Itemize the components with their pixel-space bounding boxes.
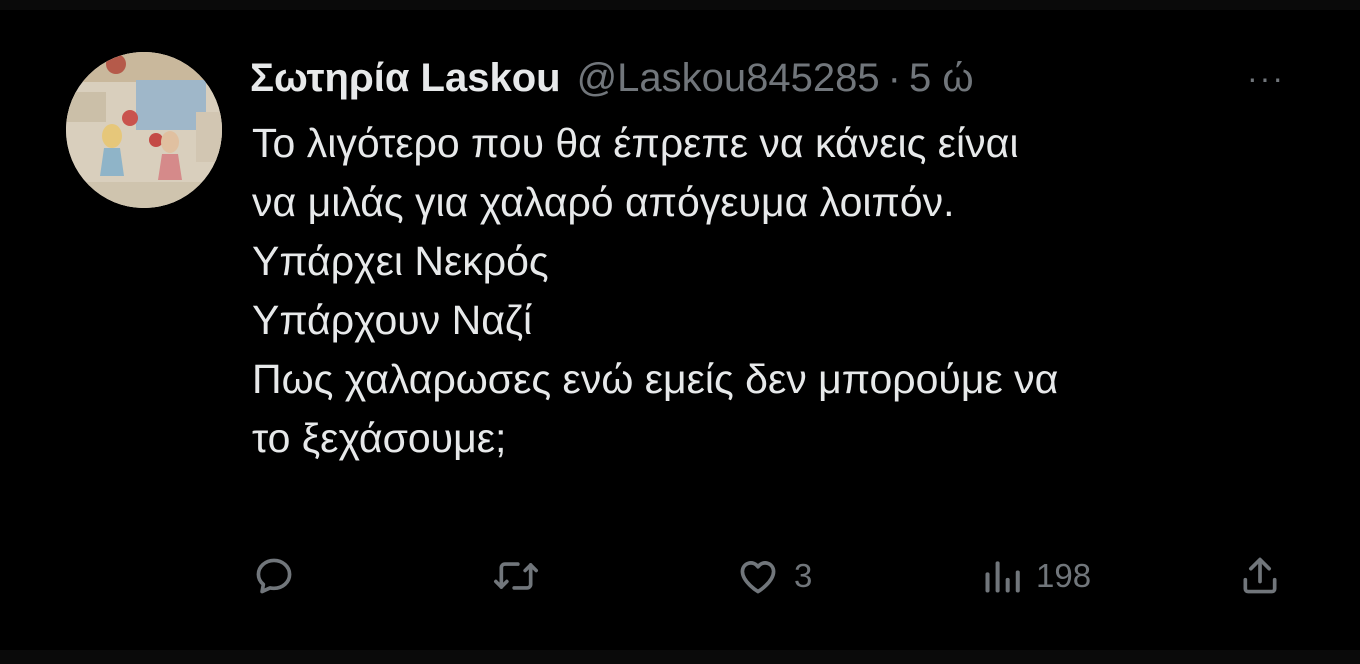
tweet-text-line: να μιλάς για χαλαρό απόγευμα λοιπόν. (252, 179, 955, 225)
more-options-button[interactable]: ··· (1238, 58, 1294, 98)
tweet-text: Το λιγότερο που θα έπρεπε να κάνεις είνα… (252, 114, 1312, 468)
like-button[interactable]: 3 (734, 546, 812, 606)
user-handle[interactable]: @Laskou845285 (577, 56, 880, 101)
separator-dot: · (887, 55, 901, 100)
avatar[interactable] (66, 52, 222, 208)
timestamp[interactable]: 5 ώ (909, 56, 974, 101)
tweet-card[interactable]: Σωτηρία Laskou @Laskou845285 · 5 ώ ··· Τ… (0, 10, 1360, 650)
heart-icon (740, 561, 776, 594)
retweet-button[interactable] (492, 546, 540, 606)
bottom-border (0, 650, 1360, 664)
views-button[interactable]: 198 (980, 546, 1091, 606)
like-count: 3 (794, 557, 813, 594)
reply-button[interactable] (252, 546, 296, 606)
tweet-text-line: Πως χαλαρωσες ενώ εμείς δεν μπορούμε να (252, 356, 1059, 402)
views-count: 198 (1036, 557, 1092, 594)
action-bar: 3 198 (0, 546, 1360, 606)
views-icon (985, 561, 1020, 593)
reply-icon (256, 558, 292, 594)
tweet-text-line: Το λιγότερο που θα έπρεπε να κάνεις είνα… (252, 120, 1019, 166)
tweet-text-line: Υπάρχουν Ναζί (252, 297, 533, 343)
tweet-text-line: Υπάρχει Νεκρός (252, 238, 549, 284)
top-border (0, 0, 1360, 10)
avatar-image (66, 52, 222, 208)
retweet-icon (494, 562, 539, 590)
tweet-text-line: το ξεχάσουμε; (252, 415, 507, 461)
share-button[interactable] (1238, 546, 1282, 606)
display-name[interactable]: Σωτηρία Laskou (250, 56, 561, 101)
more-icon: ··· (1247, 59, 1285, 96)
share-icon (1243, 557, 1277, 594)
tweet-header: Σωτηρία Laskou @Laskou845285 · 5 ώ (250, 54, 974, 102)
